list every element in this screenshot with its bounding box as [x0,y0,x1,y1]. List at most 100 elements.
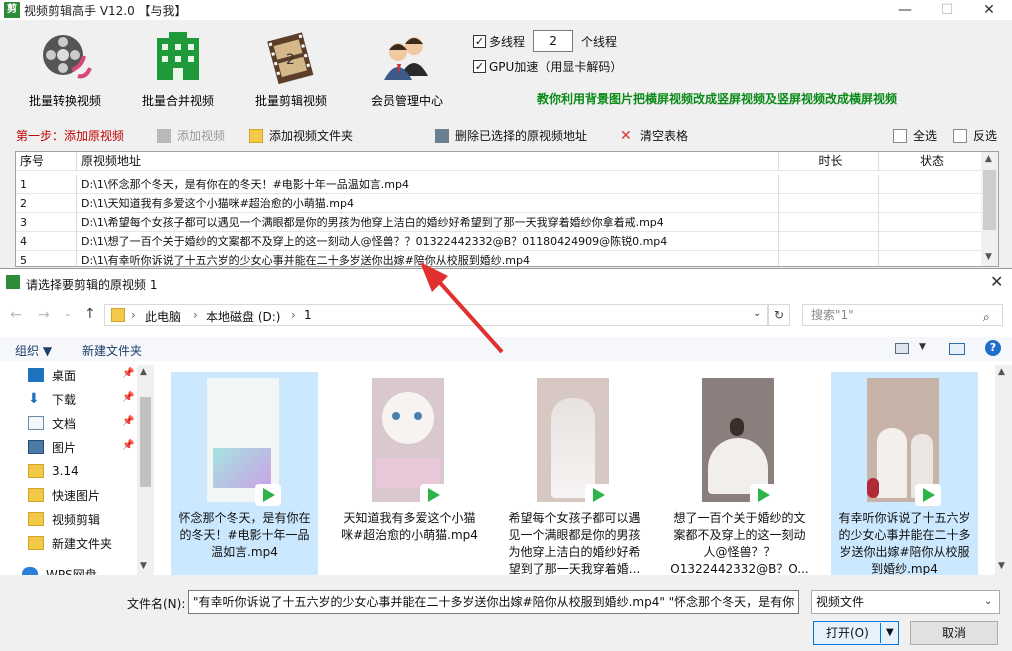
app-window: 剪 视频剪辑高手 V12.0 【与我】 — ☐ ✕ 批量转换视频 批量合并视频 … [0,0,1012,268]
search-input[interactable]: 搜索"1" ⌕ [802,304,1003,326]
row-path: D:\1\怀念那个冬天，是有你在的冬天！#电影十年一品温如言.mp4 [77,175,779,194]
scroll-down-icon[interactable]: ▼ [140,561,147,571]
table-row[interactable]: 3 D:\1\希望每个女孩子都可以遇见一个满眼都是你的男孩为他穿上洁白的婚纱好希… [16,213,982,232]
breadcrumb-folder[interactable]: 1 [304,308,312,322]
maximize-button[interactable]: ☐ [926,0,968,20]
filetype-select[interactable]: 视频文件 ⌄ [811,590,1000,614]
address-bar[interactable]: › 此电脑 › 本地磁盘 (D:) › 1 ⌄ [104,304,768,326]
header-path[interactable]: 原视频地址 [77,152,779,171]
recent-dropdown-icon[interactable]: ⌄ [64,309,72,319]
back-arrow-icon[interactable]: ← [10,307,22,323]
pin-icon: 📌 [122,392,135,403]
nav-scroll-thumb[interactable] [140,397,151,487]
nav-item-label: 快速图片 [52,488,101,503]
play-icon [915,484,941,506]
table-row[interactable]: 1 D:\1\怀念那个冬天，是有你在的冬天！#电影十年一品温如言.mp4 [16,175,982,194]
table-row[interactable]: 2 D:\1\天知道我有多爱这个小猫咪#超治愈的小萌猫.mp4 [16,194,982,213]
batch-edit-button[interactable]: 2 批量剪辑视频 [236,30,346,109]
batch-convert-button[interactable]: 批量转换视频 [10,30,120,109]
video-table[interactable]: 序号 原视频地址 时长 状态 1 D:\1\怀念那个冬天，是有你在的冬天！#电影… [15,151,999,267]
scroll-down-icon[interactable]: ▼ [998,561,1005,571]
batch-merge-button[interactable]: 批量合并视频 [123,30,233,109]
nav-item-desktop[interactable]: 桌面 [28,363,76,387]
filename-label: 文件名(N): [127,597,186,611]
add-folder-button[interactable]: 添加视频文件夹 [249,127,353,144]
tutorial-link[interactable]: 教你利用背景图片把横屏视频改成竖屏视频及竖屏视频改成横屏视频 [537,90,897,107]
add-folder-label: 添加视频文件夹 [269,129,354,143]
table-row[interactable]: 5 D:\1\有幸听你诉说了十五六岁的少女心事并能在二十多岁送你出嫁#陪你从校服… [16,251,982,266]
add-video-icon [157,128,171,143]
nav-item-new-folder[interactable]: 新建文件夹 [28,531,112,555]
gpu-label: GPU加速（用显卡解码） [489,60,623,74]
invert-select-icon [953,128,967,143]
new-folder-button[interactable]: 新建文件夹 [82,342,142,359]
delete-selected-button[interactable]: 删除已选择的原视频地址 [435,127,587,144]
row-status [879,175,982,194]
gpu-checkbox[interactable]: ✓ [473,60,486,73]
invert-select-button[interactable]: 反选 [953,127,997,144]
filename-dropdown-icon[interactable]: ⌄ [784,595,792,606]
member-center-button[interactable]: 会员管理中心 [352,30,462,109]
thread-unit-label: 个线程 [581,34,618,49]
search-icon: ⌕ [983,310,990,324]
view-dropdown-icon[interactable]: ▼ [919,342,926,352]
file-tile[interactable]: 希望每个女孩子都可以遇见一个满眼都是你的男孩为他穿上洁白的婚纱好希望到了那一天我… [501,372,648,577]
minimize-button[interactable]: — [884,0,926,20]
refresh-icon[interactable]: ↻ [768,304,790,326]
nav-item-folder-314[interactable]: 3.14 [28,459,79,483]
preview-pane-icon[interactable] [949,343,965,355]
file-tile[interactable]: 天知道我有多爱这个小猫咪#超治愈的小萌猫.mp4 [336,372,483,577]
clear-table-button[interactable]: ✕ 清空表格 [620,127,688,144]
breadcrumb-pc[interactable]: 此电脑 [145,308,181,325]
dialog-close-icon[interactable]: ✕ [990,272,1003,291]
cancel-button[interactable]: 取消 [910,621,998,645]
header-duration[interactable]: 时长 [779,152,879,171]
nav-scrollbar[interactable]: ▲ ▼ [137,365,154,575]
folder-icon [28,464,44,478]
nav-item-quick-pictures[interactable]: 快速图片 [28,483,100,507]
file-tile[interactable]: 想了一百个关于婚纱的文案都不及穿上的这一刻动人@怪兽？？O1322442332@… [666,372,813,577]
address-dropdown-icon[interactable]: ⌄ [753,308,761,319]
row-no: 4 [16,232,77,251]
organize-menu[interactable]: 组织 ▼ [15,342,52,359]
step-label: 第一步：添加原视频 [16,129,125,143]
filename-input[interactable]: "有幸听你诉说了十五六岁的少女心事并能在二十多岁送你出嫁#陪你从校服到婚纱.mp… [188,590,799,614]
view-mode-icon[interactable] [895,343,909,354]
breadcrumb-drive[interactable]: 本地磁盘 (D:) [206,308,280,325]
nav-item-pictures[interactable]: 图片 [28,435,76,459]
scroll-down-icon[interactable]: ▼ [985,252,992,262]
table-scroll-thumb[interactable] [983,170,996,230]
nav-item-video-edit[interactable]: 视频剪辑 [28,507,100,531]
navigation-pane[interactable]: 桌面 📌 ⬇ 下载 📌 文档 📌 图片 📌 3.14 快速图片 视频剪辑 新建文… [0,363,154,582]
scroll-up-icon[interactable]: ▲ [140,367,147,377]
file-tile[interactable]: 有幸听你诉说了十五六岁的少女心事并能在二十多岁送你出嫁#陪你从校服到婚纱.mp4 [831,372,978,577]
download-icon: ⬇ [28,391,40,407]
close-button[interactable]: ✕ [968,0,1010,20]
forward-arrow-icon[interactable]: → [38,307,50,323]
select-all-button[interactable]: 全选 [893,127,937,144]
table-scrollbar[interactable]: ▲ ▼ [981,152,998,266]
desktop-icon [28,368,44,382]
play-icon [585,484,611,506]
open-button[interactable]: 打开(O) ▼ [813,621,899,645]
open-dropdown-icon[interactable]: ▼ [886,622,894,644]
nav-item-downloads[interactable]: ⬇ 下载 [28,387,76,411]
up-arrow-icon[interactable]: ↑ [84,306,96,322]
thread-count-input[interactable]: 2 [533,30,574,52]
header-status[interactable]: 状态 [879,152,982,171]
help-icon[interactable]: ? [985,340,1001,356]
filetype-value: 视频文件 [816,595,865,609]
header-no[interactable]: 序号 [16,152,77,171]
scroll-up-icon[interactable]: ▲ [998,367,1005,377]
table-header: 序号 原视频地址 时长 状态 [16,152,982,171]
scroll-up-icon[interactable]: ▲ [985,154,992,164]
table-row[interactable]: 4 D:\1\想了一百个关于婚纱的文案都不及穿上的这一刻动人@怪兽？？01322… [16,232,982,251]
filetype-dropdown-icon: ⌄ [984,596,993,607]
nav-item-documents[interactable]: 文档 [28,411,76,435]
file-tile[interactable]: 怀念那个冬天，是有你在的冬天！#电影十年一品温如言.mp4 [171,372,318,577]
add-video-button[interactable]: 添加视频 [157,127,225,144]
files-scrollbar[interactable]: ▲ ▼ [995,365,1012,575]
title-bar: 剪 视频剪辑高手 V12.0 【与我】 — ☐ ✕ [0,0,1012,20]
multithread-checkbox[interactable]: ✓ [473,34,486,48]
folder-icon [111,308,125,322]
